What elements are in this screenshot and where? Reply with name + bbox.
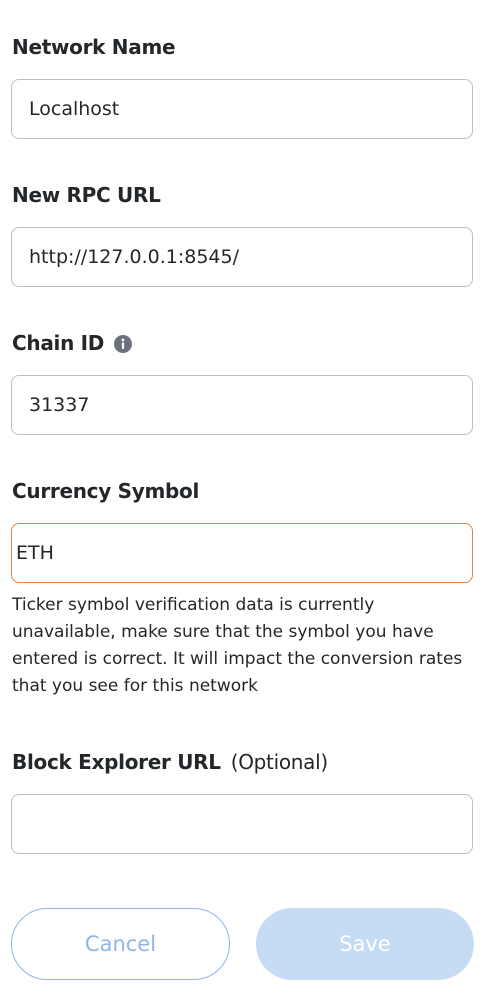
block-explorer-label-text: Block Explorer URL — [12, 750, 221, 774]
chain-id-label: Chain ID — [12, 331, 133, 355]
optional-tag: (Optional) — [230, 750, 328, 774]
cancel-button[interactable]: Cancel — [11, 908, 230, 980]
network-name-label-text: Network Name — [12, 35, 176, 59]
currency-symbol-label-text: Currency Symbol — [12, 479, 199, 503]
block-explorer-input[interactable] — [11, 794, 473, 854]
chain-id-input[interactable] — [11, 375, 473, 435]
network-name-input[interactable] — [11, 79, 473, 139]
currency-symbol-label: Currency Symbol — [12, 479, 199, 503]
rpc-url-label-text: New RPC URL — [12, 183, 161, 207]
save-button[interactable]: Save — [256, 908, 474, 980]
rpc-url-input[interactable] — [11, 227, 473, 287]
cancel-button-label: Cancel — [84, 932, 157, 956]
info-icon[interactable] — [114, 334, 133, 353]
rpc-url-label: New RPC URL — [12, 183, 161, 207]
block-explorer-label: Block Explorer URL (Optional) — [12, 750, 328, 774]
network-name-label: Network Name — [12, 35, 176, 59]
chain-id-label-text: Chain ID — [12, 331, 105, 355]
currency-symbol-input[interactable] — [11, 523, 473, 583]
save-button-label: Save — [339, 932, 391, 956]
currency-symbol-warning: Ticker symbol verification data is curre… — [12, 595, 463, 696]
